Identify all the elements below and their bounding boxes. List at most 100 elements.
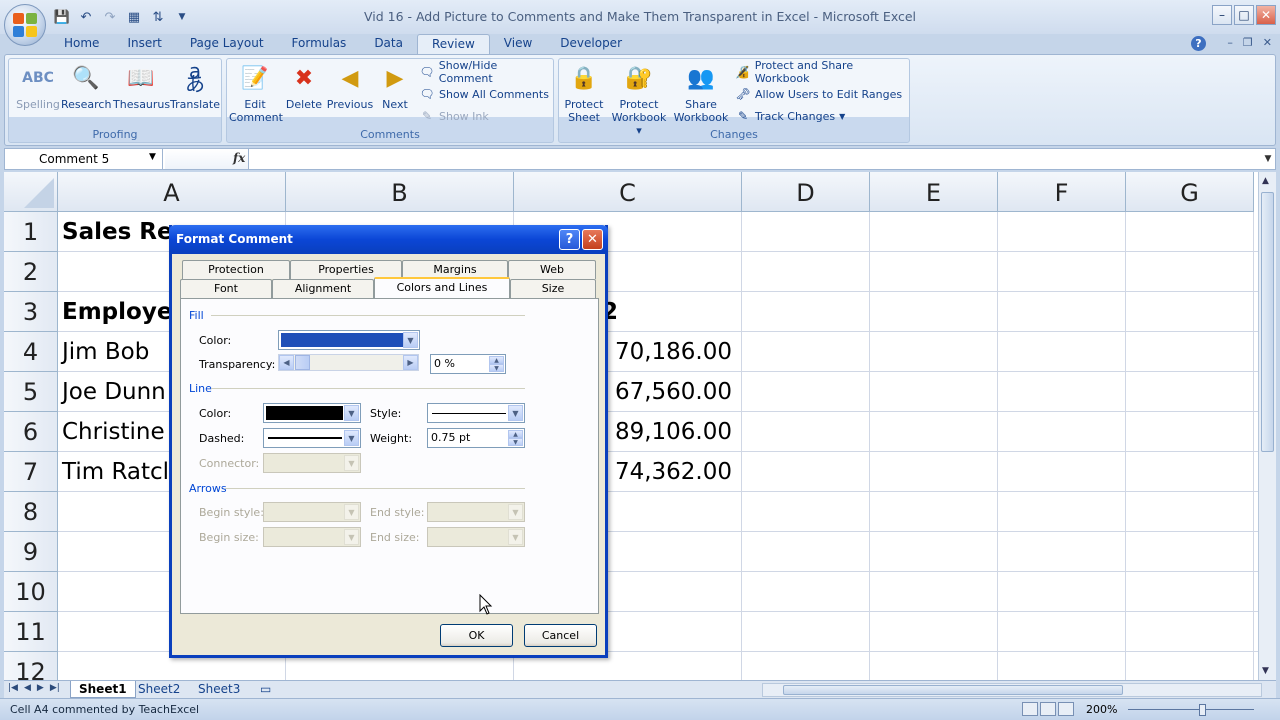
close-button[interactable]: ✕ <box>1256 5 1276 25</box>
first-sheet-icon[interactable]: |◀ <box>8 683 18 693</box>
sheet-tab-sheet1[interactable]: Sheet1 <box>70 681 136 698</box>
translate-button[interactable]: aあ Translate <box>169 61 221 111</box>
row-header-2[interactable]: 2 <box>4 252 58 292</box>
tab-data[interactable]: Data <box>360 34 417 54</box>
tab-insert[interactable]: Insert <box>113 34 175 54</box>
share-workbook-button[interactable]: 👥 Share Workbook <box>671 62 731 124</box>
row-header-4[interactable]: 4 <box>4 332 58 372</box>
workbook-minimize-icon[interactable]: – <box>1227 36 1233 49</box>
chevron-down-icon[interactable]: ▼ <box>344 430 359 446</box>
tab-formulas[interactable]: Formulas <box>278 34 361 54</box>
end-size-dropdown[interactable]: ▼ <box>427 527 525 547</box>
line-style-dropdown[interactable]: ▼ <box>427 403 525 423</box>
tab-view[interactable]: View <box>490 34 546 54</box>
column-header-e[interactable]: E <box>870 172 998 212</box>
chevron-down-icon[interactable]: ▼ <box>344 405 359 421</box>
name-box-dropdown-icon[interactable]: ▼ <box>149 152 156 162</box>
dialog-help-button[interactable]: ? <box>559 229 580 250</box>
prev-sheet-icon[interactable]: ◀ <box>24 683 31 693</box>
row-header-3[interactable]: 3 <box>4 292 58 332</box>
protect-sheet-button[interactable]: 🔒 Protect Sheet <box>561 62 607 124</box>
column-header-g[interactable]: G <box>1126 172 1254 212</box>
chevron-down-icon[interactable]: ▼ <box>344 529 359 545</box>
allow-users-button[interactable]: 🗝 Allow Users to Edit Ranges <box>735 85 902 103</box>
chevron-down-icon[interactable]: ▼ <box>508 405 523 421</box>
maximize-button[interactable]: □ <box>1234 5 1254 25</box>
zoom-slider[interactable] <box>1128 709 1254 710</box>
horizontal-scroll-thumb[interactable] <box>783 685 1123 695</box>
row-header-1[interactable]: 1 <box>4 212 58 252</box>
row-header-6[interactable]: 6 <box>4 412 58 452</box>
begin-style-dropdown[interactable]: ▼ <box>263 502 361 522</box>
row-header-9[interactable]: 9 <box>4 532 58 572</box>
column-header-b[interactable]: B <box>286 172 514 212</box>
row-header-10[interactable]: 10 <box>4 572 58 612</box>
column-header-d[interactable]: D <box>742 172 870 212</box>
transparency-slider-thumb[interactable] <box>295 355 310 370</box>
next-sheet-icon[interactable]: ▶ <box>37 683 44 693</box>
research-button[interactable]: 🔍 Research <box>61 62 111 111</box>
tab-web[interactable]: Web <box>508 260 596 279</box>
show-ink-button[interactable]: ✎ Show Ink <box>419 107 489 125</box>
show-all-comments-button[interactable]: 🗨 Show All Comments <box>419 85 549 103</box>
zoom-slider-knob[interactable] <box>1199 704 1206 716</box>
last-sheet-icon[interactable]: ▶| <box>50 683 60 693</box>
protect-workbook-button[interactable]: 🔐 Protect Workbook ▾ <box>609 62 669 137</box>
scroll-up-icon[interactable]: ▲ <box>1262 176 1269 186</box>
name-box[interactable]: Comment 5 <box>5 149 163 169</box>
cell-a4[interactable]: Jim Bob <box>58 332 149 372</box>
scroll-down-icon[interactable]: ▼ <box>1262 666 1269 676</box>
vertical-scroll-thumb[interactable] <box>1261 192 1274 452</box>
zoom-level[interactable]: 200% <box>1086 703 1117 716</box>
chevron-down-icon[interactable]: ▼ <box>508 529 523 545</box>
protect-and-share-button[interactable]: 🔏 Protect and Share Workbook <box>735 59 909 85</box>
begin-size-dropdown[interactable]: ▼ <box>263 527 361 547</box>
help-icon[interactable]: ? <box>1191 36 1206 51</box>
row-header-8[interactable]: 8 <box>4 492 58 532</box>
line-color-dropdown[interactable]: ▼ <box>263 403 361 423</box>
workbook-close-icon[interactable]: ✕ <box>1263 36 1272 49</box>
row-header-5[interactable]: 5 <box>4 372 58 412</box>
tab-colors-and-lines[interactable]: Colors and Lines <box>374 277 510 298</box>
edit-comment-button[interactable]: 📝 Edit Comment <box>229 62 283 124</box>
tab-alignment[interactable]: Alignment <box>272 279 374 298</box>
tab-protection[interactable]: Protection <box>182 260 290 279</box>
delete-comment-button[interactable]: ✖ Delete <box>283 62 325 111</box>
chevron-down-icon[interactable]: ▼ <box>403 332 418 348</box>
row-header-7[interactable]: 7 <box>4 452 58 492</box>
expand-formula-bar-icon[interactable]: ▼ <box>1261 149 1275 169</box>
tab-size[interactable]: Size <box>510 279 596 298</box>
end-style-dropdown[interactable]: ▼ <box>427 502 525 522</box>
sheet-tab-sheet2[interactable]: Sheet2 <box>130 681 188 698</box>
workbook-restore-icon[interactable]: ❐ <box>1243 36 1253 49</box>
tab-developer[interactable]: Developer <box>546 34 636 54</box>
spin-up-icon[interactable]: ▲ <box>489 356 504 364</box>
thesaurus-button[interactable]: 📖 Thesaurus <box>113 62 170 111</box>
cell-a5[interactable]: Joe Dunn <box>58 372 166 412</box>
track-changes-button[interactable]: ✎ Track Changes ▼ <box>735 107 845 125</box>
dashed-dropdown[interactable]: ▼ <box>263 428 361 448</box>
next-comment-button[interactable]: ▶ Next <box>375 62 415 111</box>
dialog-close-button[interactable]: ✕ <box>582 229 603 250</box>
chevron-down-icon[interactable]: ▼ <box>508 504 523 520</box>
connector-dropdown[interactable]: ▼ <box>263 453 361 473</box>
show-hide-comment-button[interactable]: 🗨 Show/Hide Comment <box>419 59 553 85</box>
transparency-spinner[interactable]: 0 % ▲ ▼ <box>430 354 506 374</box>
chevron-down-icon[interactable]: ▼ <box>344 455 359 471</box>
page-layout-view-icon[interactable] <box>1040 702 1056 716</box>
office-button[interactable] <box>4 4 46 46</box>
tab-font[interactable]: Font <box>180 279 272 298</box>
spelling-button[interactable]: ABC Spelling <box>13 62 63 112</box>
chevron-down-icon[interactable]: ▼ <box>344 504 359 520</box>
spin-down-icon[interactable]: ▼ <box>489 364 504 372</box>
chevron-left-icon[interactable]: ◀ <box>279 355 294 370</box>
horizontal-scrollbar[interactable] <box>762 683 1262 697</box>
ok-button[interactable]: OK <box>440 624 513 647</box>
row-header-12[interactable]: 12 <box>4 652 58 680</box>
sheet-tab-sheet3[interactable]: Sheet3 <box>190 681 248 698</box>
cell-a7[interactable]: Tim Ratcl <box>58 452 169 492</box>
transparency-slider[interactable]: ◀ ▶ <box>278 354 419 371</box>
chevron-right-icon[interactable]: ▶ <box>403 355 418 370</box>
vertical-scrollbar[interactable]: ▲ ▼ <box>1258 172 1276 680</box>
weight-spinner[interactable]: 0.75 pt ▲ ▼ <box>427 428 525 448</box>
